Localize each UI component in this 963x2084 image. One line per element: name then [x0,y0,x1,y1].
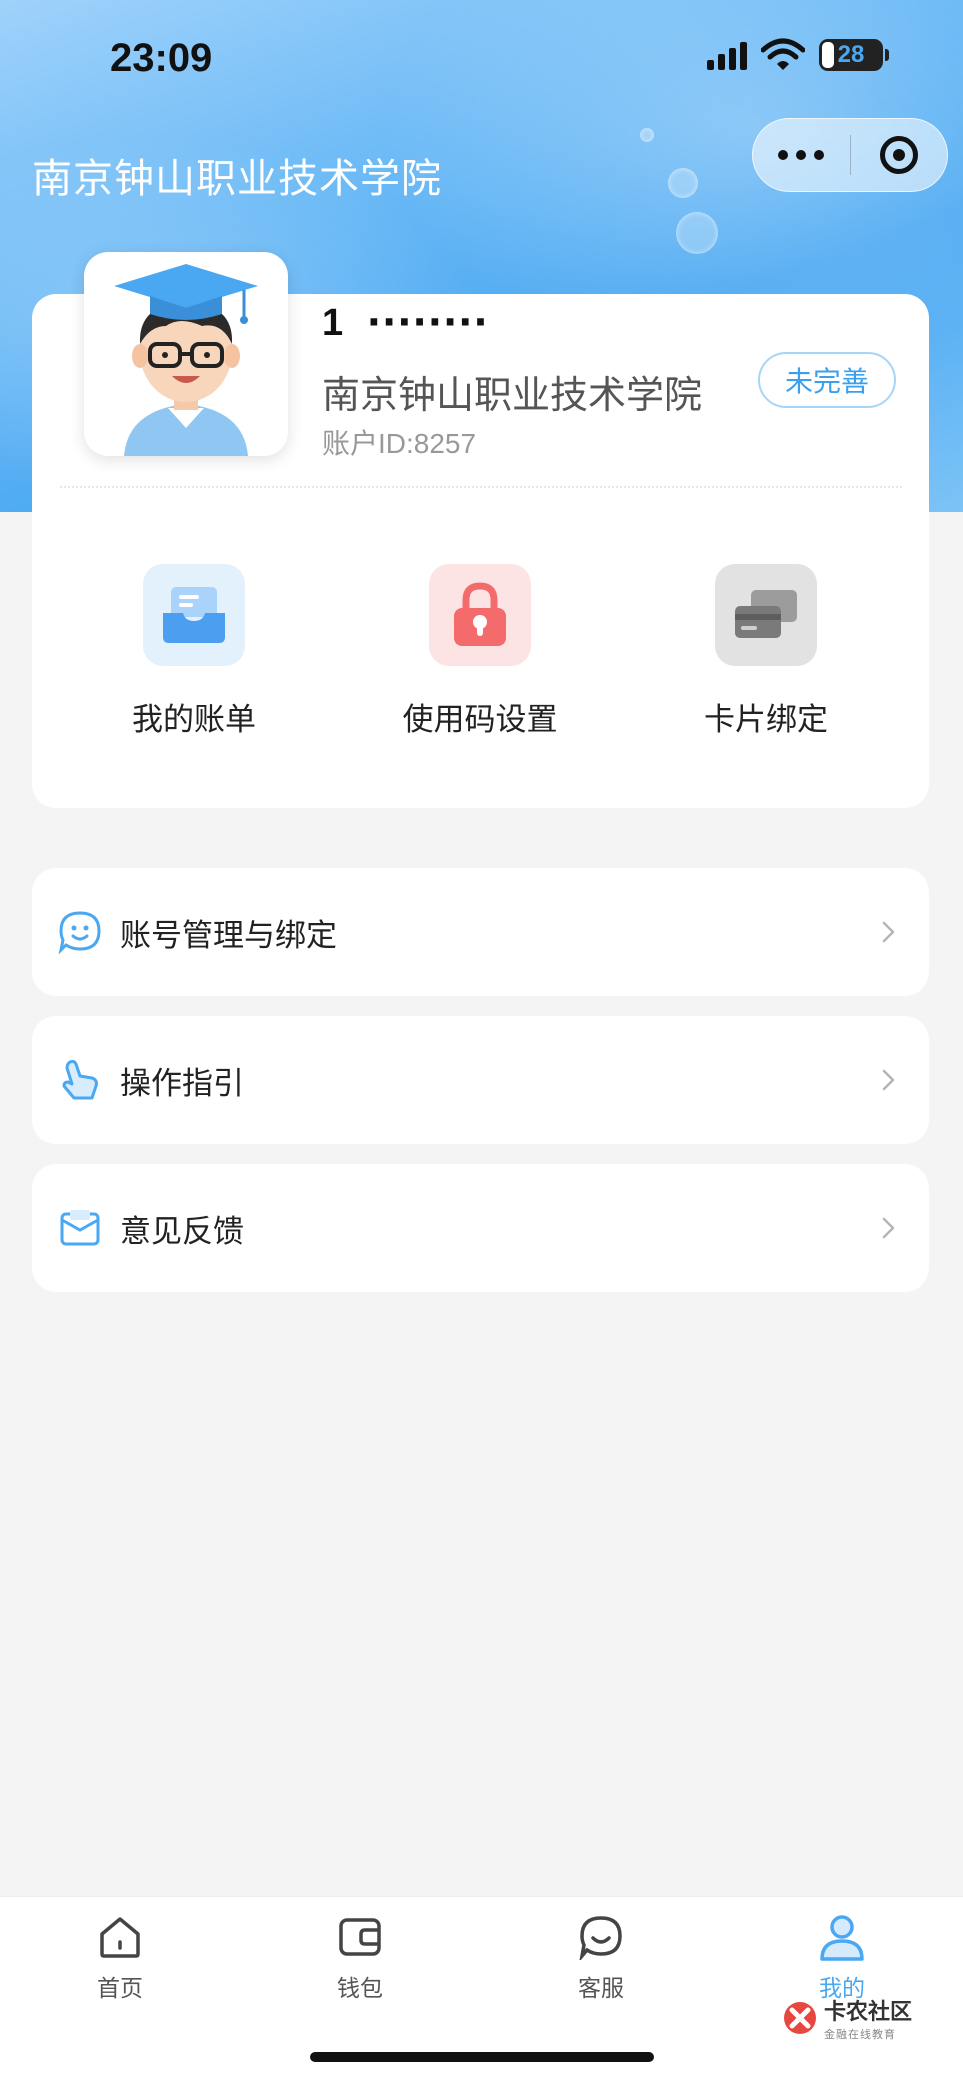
menu-item-feedback[interactable]: 意见反馈 [32,1164,929,1292]
envelope-icon [58,1206,102,1250]
battery-level: 28 [837,41,865,68]
home-indicator [310,2052,654,2062]
tab-label: 首页 [97,1975,143,2001]
wallet-icon [334,1911,386,1963]
smile-chat-icon [58,910,102,954]
status-icons: 28 [707,38,889,72]
school-name: 南京钟山职业技术学院 [322,375,703,417]
menu-item-label: 操作指引 [120,1065,244,1101]
chevron-right-icon [882,921,895,943]
quick-action-label: 我的账单 [132,702,256,737]
status-time: 23:09 [110,36,213,80]
lock-icon [429,564,531,666]
tab-wallet[interactable]: 钱包 [300,1911,420,2003]
tab-label: 钱包 [337,1975,383,2001]
tab-home[interactable]: 首页 [60,1911,180,2003]
battery-icon: 28 [819,39,889,71]
page: 23:09 28 南京钟山职业技术学院 我的账单 使用码设置 卡片绑定 1 ‧‧… [0,0,963,2084]
quick-action-card-binding[interactable]: 卡片绑定 [666,564,866,739]
quick-action-label: 使用码设置 [402,702,558,737]
watermark-slogan: 金融在线教育 [824,2029,896,2041]
tab-mine[interactable]: 我的 [782,1911,902,2003]
chat-smile-icon [575,1911,627,1963]
quick-action-bill[interactable]: 我的账单 [94,564,294,739]
tab-label: 客服 [578,1975,624,2001]
profile-incomplete-button[interactable]: 未完善 [758,352,896,408]
account-id: 账户ID:8257 [322,428,477,459]
watermark: 卡农社区 金融在线教育 [782,1994,912,2042]
signal-icon [707,40,747,70]
chevron-right-icon [882,1069,895,1091]
cards-icon [715,564,817,666]
bill-tray-icon [143,564,245,666]
tab-customer-service[interactable]: 客服 [541,1911,661,2003]
wifi-icon [761,38,805,70]
chevron-right-icon [882,1217,895,1239]
mini-program-capsule [752,118,948,192]
mini-program-title: 南京钟山职业技术学院 [32,157,442,201]
menu-item-label: 账号管理与绑定 [120,917,337,953]
watermark-name: 卡农社区 [824,1999,913,2024]
pointing-hand-icon [58,1058,102,1102]
avatar[interactable] [84,252,288,456]
student-avatar-icon [114,264,258,456]
menu-item-operation-guide[interactable]: 操作指引 [32,1016,929,1144]
more-icon[interactable] [753,150,850,160]
quick-action-code-settings[interactable]: 使用码设置 [380,564,580,739]
divider [60,486,902,488]
user-icon [816,1911,868,1963]
menu-item-label: 意见反馈 [120,1213,244,1249]
watermark-logo-icon [784,2002,816,2034]
phone-number: 1 ‧‧‧‧‧‧‧‧ [322,302,490,340]
menu-item-account-binding[interactable]: 账号管理与绑定 [32,868,929,996]
close-mini-program-icon[interactable] [850,136,947,174]
home-icon [94,1911,146,1963]
quick-action-label: 卡片绑定 [704,702,828,737]
